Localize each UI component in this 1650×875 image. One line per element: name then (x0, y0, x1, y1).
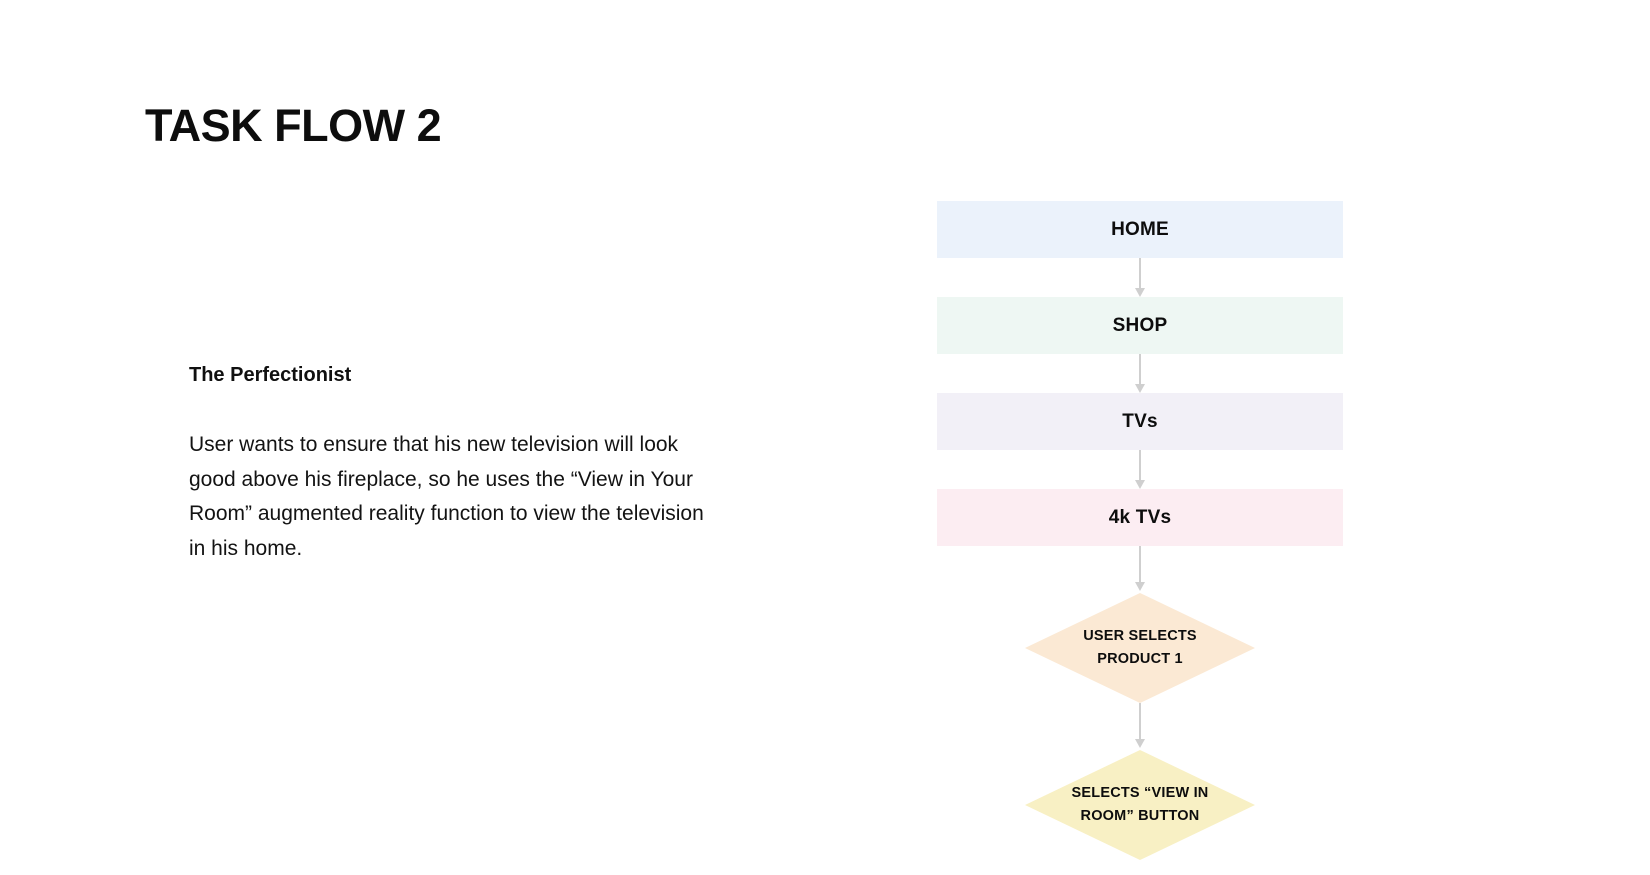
flow-node-label: USER SELECTS PRODUCT 1 (1050, 625, 1230, 671)
arrow-down-icon (1135, 739, 1145, 748)
arrow-down-icon (1135, 288, 1145, 297)
flow-node-label: HOME (1111, 218, 1169, 240)
connector-line (1139, 546, 1141, 584)
connector-line (1139, 450, 1141, 482)
flow-node-label-line1: USER SELECTS (1083, 628, 1197, 644)
flow-node-home[interactable]: HOME (937, 201, 1343, 258)
flow-node-label: TVs (1122, 410, 1158, 432)
flow-node-4k-tvs[interactable]: 4k TVs (937, 489, 1343, 546)
flow-node-label-line1: SELECTS “VIEW IN (1071, 785, 1209, 801)
arrow-down-icon (1135, 480, 1145, 489)
flow-node-shop[interactable]: SHOP (937, 297, 1343, 354)
flow-node-label: SHOP (1112, 314, 1168, 336)
flow-connector-home-to-shop (937, 258, 1343, 297)
flow-node-label: SELECTS “VIEW IN ROOM” BUTTON (1050, 782, 1230, 828)
flow-node-label-line2: PRODUCT 1 (1097, 651, 1183, 667)
persona-heading: The Perfectionist (189, 364, 352, 386)
flow-connector-tvs-to-4k-tvs (937, 450, 1343, 489)
flow-node-tvs[interactable]: TVs (937, 393, 1343, 450)
flow-node-selects-view-in-room[interactable]: SELECTS “VIEW IN ROOM” BUTTON (937, 750, 1343, 860)
page-title: TASK FLOW 2 (145, 100, 442, 151)
persona-description-block: The Perfectionist User wants to ensure t… (189, 360, 719, 566)
connector-line (1139, 258, 1141, 290)
flow-node-label: 4k TVs (1108, 506, 1172, 528)
flow-node-user-selects-product[interactable]: USER SELECTS PRODUCT 1 (937, 593, 1343, 703)
connector-line (1139, 354, 1141, 386)
flow-connector-select-product-to-view-in-room (937, 703, 1343, 750)
persona-body-text: User wants to ensure that his new televi… (189, 433, 704, 560)
flow-connector-shop-to-tvs (937, 354, 1343, 393)
connector-line (1139, 703, 1141, 741)
task-flow-diagram: HOME SHOP TVs 4k TVs USER SELECTS PRODUC… (937, 201, 1343, 860)
flow-connector-4k-tvs-to-select-product (937, 546, 1343, 593)
arrow-down-icon (1135, 582, 1145, 591)
arrow-down-icon (1135, 384, 1145, 393)
flow-node-label-line2: ROOM” BUTTON (1080, 808, 1200, 824)
